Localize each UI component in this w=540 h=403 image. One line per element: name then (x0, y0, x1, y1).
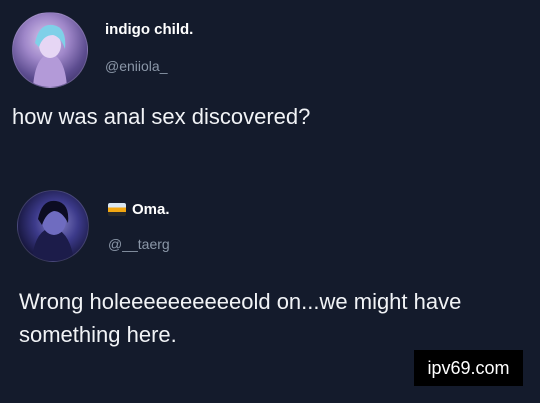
tweet-text: how was anal sex discovered? (12, 104, 311, 129)
avatar-illustration-icon (32, 200, 74, 261)
user-handle[interactable]: @eniiola_ (105, 58, 167, 74)
tweet-original: indigo child. @eniiola_ how was anal sex… (0, 0, 540, 180)
avatar[interactable] (12, 12, 88, 88)
watermark-label: ipv69.com (414, 350, 523, 386)
sunset-flag-icon (108, 203, 126, 216)
user-handle[interactable]: @__taerg (108, 236, 170, 252)
display-name[interactable]: indigo child. (105, 21, 193, 38)
tweet-text: Wrong holeeeeeeeeeeold on...we might hav… (19, 289, 462, 347)
avatar-illustration-icon (33, 24, 67, 87)
display-name[interactable]: Oma. (132, 201, 170, 218)
display-name-row: Oma. (108, 201, 170, 218)
avatar[interactable] (17, 190, 89, 262)
